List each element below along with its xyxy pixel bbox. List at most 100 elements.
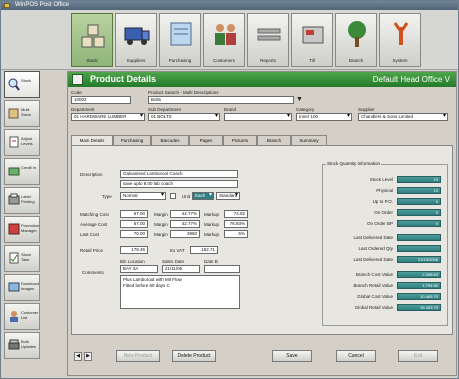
app-icon — [4, 3, 10, 8]
unit-label: Unit — [182, 194, 191, 199]
toolbar-stock-label: Stock — [86, 58, 98, 63]
next-record-button[interactable]: ▶ — [84, 352, 92, 361]
promotion-icon — [8, 223, 20, 235]
sidebar-item-stock-take[interactable]: Stock Take — [4, 245, 40, 272]
tab-pages[interactable]: Pages — [189, 135, 223, 145]
branch-cost-value: 2,398.63 — [397, 271, 441, 278]
tab-summary[interactable]: Summary — [291, 135, 327, 145]
ex-vat-field[interactable]: 152.71 — [190, 246, 218, 254]
description-field[interactable]: Galvanised Lamborout Coach — [120, 170, 238, 178]
retail-price-field[interactable]: 179.45 — [120, 246, 148, 254]
sales-date-field[interactable]: 21/11/06 — [162, 265, 200, 273]
toolbar-customers-button[interactable]: Customers — [203, 13, 245, 67]
unit-select[interactable]: Each — [192, 192, 214, 200]
sidebar-item-bulk-updates[interactable]: Bulk Updates — [4, 332, 40, 359]
label-icon — [8, 193, 20, 205]
sidebar-item-download-images[interactable]: Download Images — [4, 274, 40, 301]
customer-list-icon — [10, 311, 18, 322]
last-delivered-date-value: 21/10/2006 — [397, 256, 441, 263]
toolbar-suppliers-label: Suppliers — [126, 58, 146, 63]
prev-record-button[interactable]: ◀ — [74, 352, 82, 361]
delete-product-button[interactable]: Delete Product — [172, 350, 216, 362]
toolbar-stock-button[interactable]: Stock — [71, 13, 113, 67]
customers-icon — [215, 24, 236, 45]
toolbar-till-label: Till — [309, 58, 315, 63]
sidebar-item-label: Promotion Manager — [21, 223, 40, 233]
unit-type-select[interactable]: Standard — [216, 192, 240, 200]
tab-purchasing[interactable]: Purchasing — [113, 135, 151, 145]
category-select[interactable]: Inner 100 — [296, 113, 352, 121]
sub-department-select[interactable]: 01 BOLTS — [148, 113, 220, 121]
sidebar-item-label: Stock Take — [21, 252, 32, 262]
comments-textarea[interactable]: Plus Lamborout with Mit Flow Fitted befo… — [120, 275, 240, 309]
department-select[interactable]: 01 HARDWARE LUMBER — [71, 113, 145, 121]
comments-label: Comments — [82, 270, 104, 275]
cancel-button[interactable]: Cancel — [336, 350, 376, 362]
supplier-select[interactable]: Chandlers & Sons Limited — [358, 113, 448, 121]
sub-department-label: Sub Department — [148, 107, 181, 112]
tab-barcodes[interactable]: Barcodes — [151, 135, 189, 145]
toolbar-branch-button[interactable]: Branch — [335, 13, 377, 67]
sidebar-item-label: Customer List — [21, 310, 39, 320]
margin3-field[interactable]: 3960 — [170, 230, 200, 238]
sidebar-item-multi-stock[interactable]: Multi Stock — [4, 100, 40, 127]
sidebar-item-label: Credit In — [21, 165, 37, 170]
description2-field[interactable]: save upto 8.00 lab coach — [120, 180, 238, 188]
toolbar-reports-button[interactable]: Reports — [247, 13, 289, 67]
matching-cost-label: Matching Cost — [80, 212, 109, 217]
toolbar-system-button[interactable]: System — [379, 13, 421, 67]
margin1-field[interactable]: 42.77% — [170, 210, 200, 218]
type-checkbox[interactable] — [170, 193, 176, 199]
sidebar-item-label-printing[interactable]: Label Printing — [4, 187, 40, 214]
system-icon — [393, 22, 409, 45]
sidebar-item-credit-in[interactable]: Credit In — [4, 158, 40, 185]
sidebar-item-promotion-manager[interactable]: Promotion Manager — [4, 216, 40, 243]
sidebar-item-stock[interactable]: Stock — [4, 71, 40, 98]
markup1-field[interactable]: 74.92 — [224, 210, 248, 218]
tab-branch[interactable]: Branch — [257, 135, 291, 145]
exit-button[interactable]: Exit — [398, 350, 438, 362]
toolbar-purchasing-button[interactable]: Purchasing — [159, 13, 201, 67]
save-button[interactable]: Save — [272, 350, 312, 362]
toolbar-suppliers-button[interactable]: Suppliers — [115, 13, 157, 67]
credit-icon — [8, 167, 20, 176]
global-retail-value: 15,453.75 — [397, 304, 441, 311]
average-cost-field[interactable]: 67.00 — [120, 220, 148, 228]
brand-select[interactable] — [224, 113, 292, 121]
product-search-field[interactable]: Bolts — [148, 96, 294, 104]
sidebar-item-label: Multi Stock — [21, 107, 32, 117]
sidebar-item-adjust-levels[interactable]: Adjust Levels — [4, 129, 40, 156]
toolbar-branch-label: Branch — [348, 58, 364, 63]
markup-label: Markup — [204, 212, 220, 217]
branch-retail-value: 1,794.50 — [397, 282, 441, 289]
tab-pictures[interactable]: Pictures — [223, 135, 257, 145]
form-header: Product Details Default Head Office V — [68, 72, 456, 87]
sidebar-item-customer-list[interactable]: Customer List — [4, 303, 40, 330]
title-bar: WinPOS Post Office — [1, 1, 458, 10]
markup3-field[interactable]: 5% — [224, 230, 248, 238]
type-select[interactable]: Normal — [120, 192, 166, 200]
sidebar-item-label: Adjust Levels — [21, 136, 33, 146]
new-product-button[interactable]: New Product — [116, 350, 160, 362]
bin-location-field[interactable]: BAY 3A — [120, 265, 158, 273]
bulk-icon — [8, 339, 20, 350]
toolbar-till-button[interactable]: Till — [291, 13, 333, 67]
till-icon — [302, 26, 324, 44]
markup2-field[interactable]: 76.93% — [224, 220, 248, 228]
average-cost-label: Average Cost — [80, 222, 108, 227]
last-cost-label: Last Cost — [80, 232, 100, 237]
margin2-field[interactable]: 42.77% — [170, 220, 200, 228]
ex-vat-label: Ex VAT — [170, 248, 185, 253]
product-details-form: Product Details Default Head Office V Co… — [67, 71, 457, 376]
date-field[interactable] — [204, 265, 240, 273]
sidebar-item-label: Bulk Updates — [21, 339, 36, 349]
last-cost-field[interactable]: 70.00 — [120, 230, 148, 238]
toolbar-customers-label: Customers — [213, 58, 235, 63]
magnifier-icon — [8, 78, 20, 91]
matching-cost-field[interactable]: 67.00 — [120, 210, 148, 218]
reports-icon — [257, 28, 281, 41]
search-arrow-icon[interactable]: ▼ — [296, 96, 303, 103]
stock-info-group: Stock Quantity Information Stock Level 1… — [322, 161, 448, 326]
toolbar-purchasing-label: Purchasing — [168, 58, 192, 63]
code-field[interactable]: 10002 — [71, 96, 131, 104]
